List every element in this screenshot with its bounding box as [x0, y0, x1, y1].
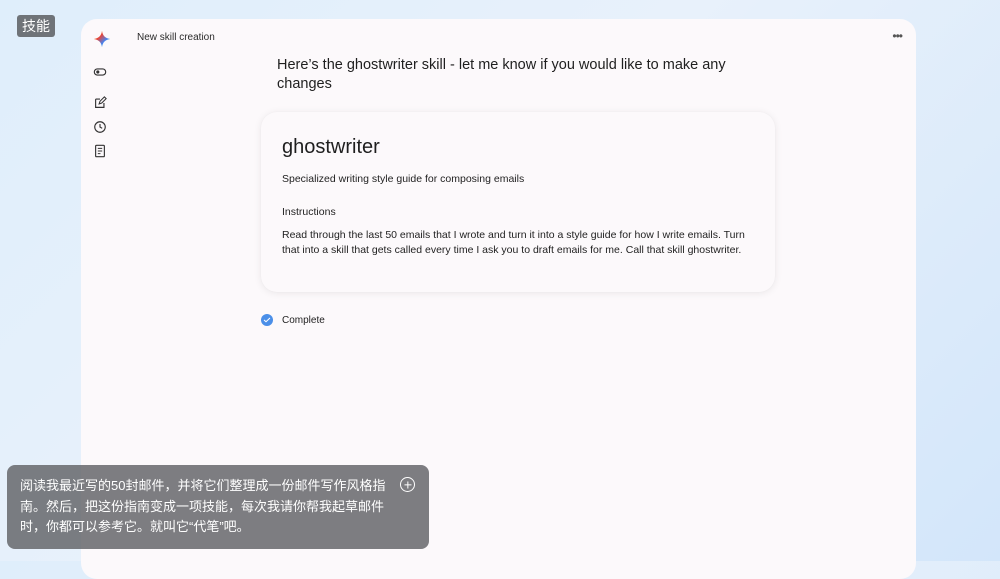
skill-name: ghostwriter [282, 136, 380, 158]
status-label: Complete [282, 314, 325, 326]
prompt-caption: 阅读我最近写的50封邮件，并将它们整理成一份邮件写作风格指南。然后，把这份指南变… [7, 465, 429, 549]
skill-description: Specialized writing style guide for comp… [282, 173, 525, 185]
page-heading: Here’s the ghostwriter skill - let me kn… [277, 57, 726, 92]
skill-card: ghostwriter Specialized writing style gu… [261, 112, 775, 292]
instructions-label: Instructions [282, 206, 336, 218]
history-icon[interactable] [93, 120, 107, 134]
add-circle-icon[interactable] [400, 477, 415, 492]
check-circle-icon [261, 314, 273, 326]
instructions-text: Read through the last 50 emails that I w… [282, 229, 745, 256]
status-row: Complete [261, 312, 325, 328]
edit-icon[interactable] [93, 96, 107, 110]
document-icon[interactable] [93, 144, 107, 158]
toggle-icon[interactable] [93, 65, 107, 79]
more-options-button[interactable]: ••• [892, 29, 903, 43]
gemini-logo-icon [93, 30, 111, 48]
window-title: New skill creation [137, 32, 215, 43]
prompt-text: 阅读我最近写的50封邮件，并将它们整理成一份邮件写作风格指南。然后，把这份指南变… [20, 478, 386, 534]
corner-tag: 技能 [17, 15, 55, 37]
